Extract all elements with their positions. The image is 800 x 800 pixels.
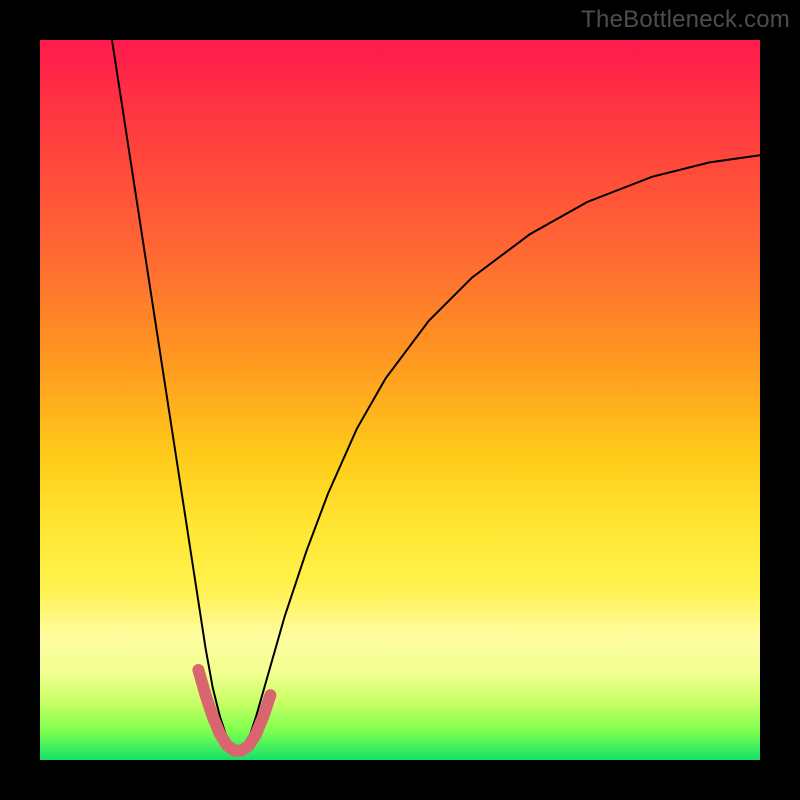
chart-frame: TheBottleneck.com bbox=[0, 0, 800, 800]
bottleneck-curve bbox=[112, 40, 760, 749]
curve-svg bbox=[40, 40, 760, 760]
plot-area bbox=[40, 40, 760, 760]
optimal-band bbox=[198, 670, 270, 751]
watermark-text: TheBottleneck.com bbox=[581, 6, 790, 34]
